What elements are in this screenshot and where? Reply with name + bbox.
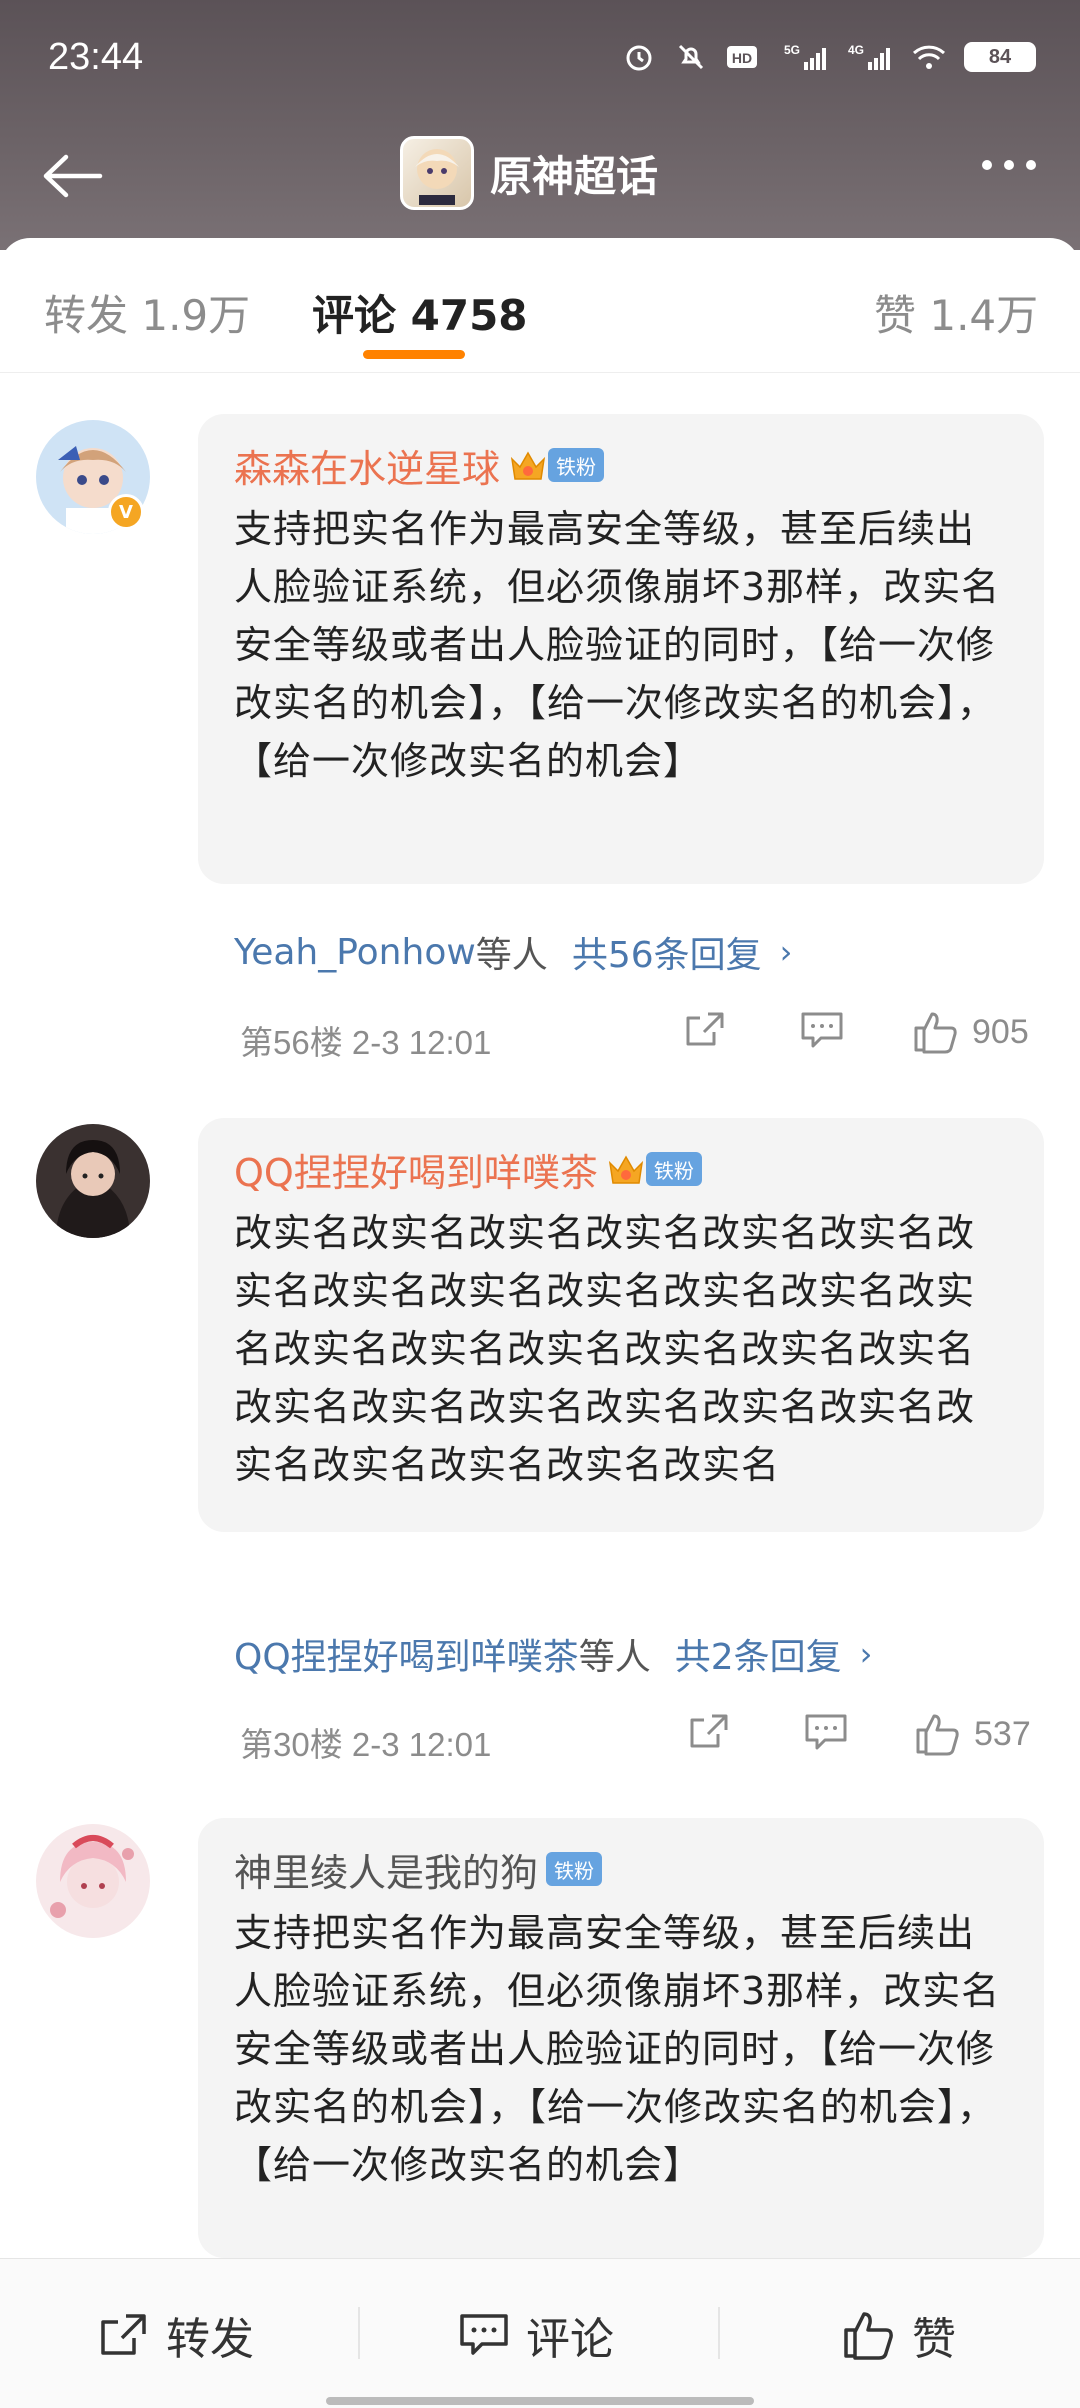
svg-text:HD: HD [732,50,752,66]
hd-icon: HD [726,40,766,74]
avatar[interactable] [36,1124,150,1238]
reply-summary[interactable]: Yeah_Ponhow 等人 共56条回复 › [234,926,792,978]
tab-comments[interactable]: 评论 4758 [312,282,528,343]
topic-name: 原神超话 [490,151,659,201]
crown-icon [508,446,548,484]
comment-icon [460,2314,508,2355]
fan-tag: 铁粉 [645,1152,702,1186]
more-dot [982,160,992,170]
repost-button[interactable]: 转发 [98,2303,254,2367]
comment-text: 支持把实名作为最高安全等级，甚至后续出人脸验证系统，但必须像崩坏3那样，改实名安… [234,507,1001,783]
like-count: 905 [972,1012,1029,1051]
thumbs-up-icon [914,1012,957,1054]
comment-bubble[interactable]: QQ捏捏好喝到咩噗茶 铁粉 改实名改实名改实名改实名改实名改实名改实名改实名改实… [198,1118,1044,1532]
back-arrow-icon [43,154,103,198]
topic-title[interactable]: 原神超话 [400,136,658,210]
like-action-button[interactable]: 赞 [842,2303,956,2367]
home-indicator[interactable] [326,2397,754,2405]
comment-username[interactable]: 神里绫人是我的狗 [234,1842,538,1897]
comment-label: 评论 [526,2314,614,2365]
topic-avatar [400,136,474,210]
thumbs-up-icon [916,1714,959,1756]
comment-icon [805,1714,847,1750]
status-time: 23:44 [48,36,144,78]
more-dot [1026,160,1036,170]
reply-button[interactable] [804,1712,848,1752]
comment-meta: 第56楼 2-3 12:01 905 [240,1006,1040,1066]
divider [358,2307,360,2359]
fan-badge: 铁粉 [606,1150,702,1188]
nav-bar: 原神超话 [0,130,1080,220]
battery-indicator: 84 [964,42,1036,72]
reply-users[interactable]: Yeah_Ponhow [234,932,476,973]
reply-count[interactable]: 共2条回复 [675,1628,842,1680]
like-button[interactable]: 905 [912,1010,1029,1054]
svg-text:4G: 4G [848,43,864,57]
svg-text:5G: 5G [784,43,800,57]
repost-label: 转发 [166,2314,254,2365]
tab-indicator [363,350,465,359]
divider [718,2307,720,2359]
tab-bar: 转发 1.9万 评论 4758 赞 1.4万 [0,238,1080,373]
reply-users[interactable]: QQ捏捏好喝到咩噗茶 [234,1628,579,1680]
thumbs-up-icon [844,2312,893,2360]
signal-5g-icon: 5G [784,40,830,74]
comment-icon [801,1012,843,1048]
share-icon [690,1714,728,1748]
share-button[interactable] [688,1712,732,1752]
status-bar: 23:44 HD 5G 4G 84 [0,0,1080,120]
like-button[interactable]: 537 [914,1712,1031,1756]
alarm-icon [622,40,656,74]
share-icon [686,1012,724,1046]
fan-tag: 铁粉 [546,1852,603,1886]
comment-username[interactable]: QQ捏捏好喝到咩噗茶 [234,1142,598,1197]
comment-username[interactable]: 森森在水逆星球 [234,438,500,493]
mute-icon [674,40,708,74]
comment-sheet: 转发 1.9万 评论 4758 赞 1.4万 V 森森在水逆星球 铁粉 支持把实… [0,238,1080,2258]
header: 23:44 HD 5G 4G 84 原神超话 [0,0,1080,250]
back-button[interactable] [40,146,110,206]
fan-tag: 铁粉 [548,448,605,482]
comment-button[interactable]: 评论 [458,2303,614,2367]
status-icons: HD 5G 4G 84 [622,40,1036,74]
comment-bubble[interactable]: 神里绫人是我的狗 铁粉 支持把实名作为最高安全等级，甚至后续出人脸验证系统，但必… [198,1818,1044,2258]
comment-text: 支持把实名作为最高安全等级，甚至后续出人脸验证系统，但必须像崩坏3那样，改实名安… [234,1911,1001,2187]
crown-icon [606,1150,646,1188]
tab-repost[interactable]: 转发 1.9万 [44,282,250,343]
chevron-right-icon: › [859,1635,873,1673]
signal-4g-icon: 4G [848,40,894,74]
comment-meta: 第30楼 2-3 12:01 537 [240,1708,1040,1768]
chevron-right-icon: › [779,933,793,971]
comment-text: 改实名改实名改实名改实名改实名改实名改实名改实名改实名改实名改实名改实名改实名改… [234,1211,976,1487]
comment-bubble[interactable]: 森森在水逆星球 铁粉 支持把实名作为最高安全等级，甚至后续出人脸验证系统，但必须… [198,414,1044,884]
floor-time: 第30楼 2-3 12:01 [240,1726,492,1763]
avatar[interactable] [36,1824,150,1938]
more-button[interactable] [982,160,1036,170]
floor-time: 第56楼 2-3 12:01 [240,1024,492,1061]
like-label: 赞 [912,2314,956,2365]
wifi-icon [912,40,946,74]
share-icon [101,2314,146,2355]
reply-summary[interactable]: QQ捏捏好喝到咩噗茶 等人 共2条回复 › [234,1628,872,1680]
fan-badge: 铁粉 [508,446,605,484]
reply-count[interactable]: 共56条回复 [572,926,762,978]
tab-likes[interactable]: 赞 1.4万 [874,282,1038,343]
reply-etc: 等人 [475,935,548,976]
bottom-action-bar: 转发 评论 赞 [0,2258,1080,2408]
reply-etc: 等人 [578,1637,651,1678]
share-button[interactable] [684,1010,728,1050]
verified-badge: V [108,494,144,530]
like-count: 537 [974,1714,1031,1753]
more-dot [1004,160,1014,170]
fan-badge: 铁粉 [546,1852,603,1886]
reply-button[interactable] [800,1010,844,1050]
